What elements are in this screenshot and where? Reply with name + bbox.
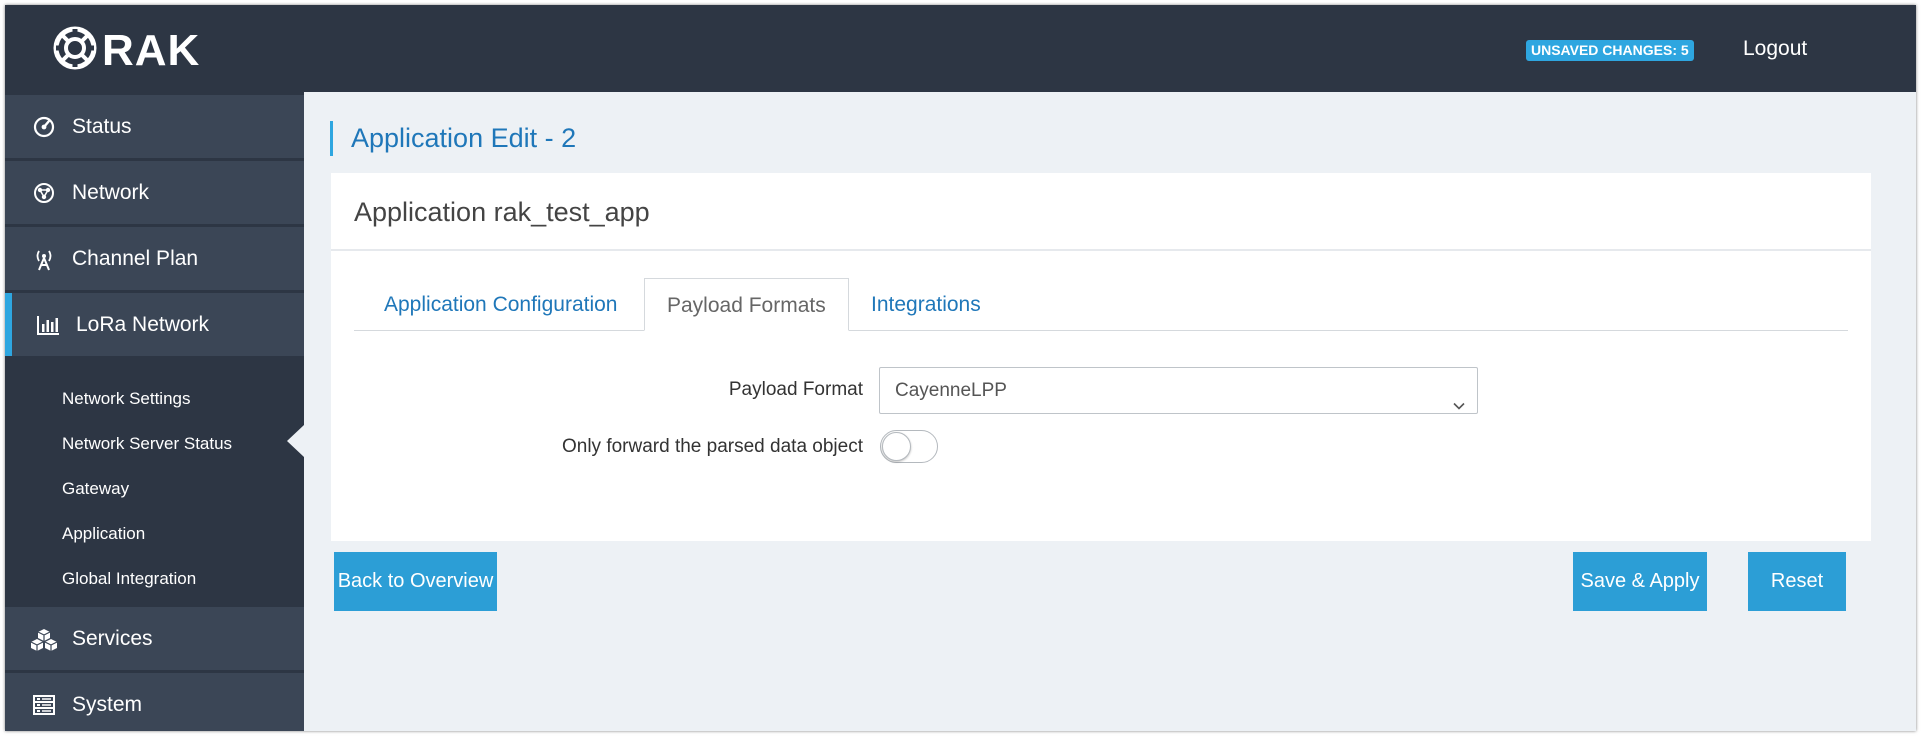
rak-logo-icon (50, 23, 100, 78)
submenu-item-network-settings[interactable]: Network Settings (62, 389, 191, 409)
forward-parsed-label: Only forward the parsed data object (561, 436, 863, 457)
rak-logo[interactable]: RAK (50, 23, 200, 78)
tab-integrations[interactable]: Integrations (871, 278, 981, 331)
active-submenu-arrow (287, 425, 304, 457)
tab-payload-formats[interactable]: Payload Formats (644, 278, 849, 331)
payload-format-select[interactable]: CayenneLPP (879, 367, 1478, 414)
application-card: Application rak_test_app Application Con… (331, 173, 1871, 541)
sidebar-item-label: Services (72, 626, 153, 650)
sidebar-item-services[interactable]: Services (5, 607, 304, 670)
network-icon (30, 179, 58, 207)
sidebar-item-system[interactable]: System (5, 673, 304, 731)
submenu-item-global-integration[interactable]: Global Integration (62, 569, 196, 589)
reset-button[interactable]: Reset (1748, 552, 1846, 611)
page-title: Application Edit - 2 (330, 121, 576, 156)
lora-network-submenu: Network Settings Network Server Status G… (5, 361, 304, 606)
submenu-item-network-server-status[interactable]: Network Server Status (62, 434, 232, 454)
sidebar-item-label: Channel Plan (72, 246, 199, 270)
card-title: Application rak_test_app (354, 197, 650, 227)
sidebar-item-label: Network (72, 180, 150, 204)
antenna-icon (30, 245, 58, 273)
payload-format-label: Payload Format (728, 379, 863, 400)
submenu-item-gateway[interactable]: Gateway (62, 479, 129, 499)
tab-application-configuration[interactable]: Application Configuration (384, 278, 617, 331)
cubes-icon (30, 625, 58, 653)
sidebar-item-network[interactable]: Network (5, 161, 304, 224)
chevron-down-icon (1453, 384, 1465, 410)
sidebar-item-lora-network[interactable]: LoRa Network (5, 293, 304, 356)
sidebar-item-status[interactable]: Status (5, 95, 304, 158)
submenu-item-application[interactable]: Application (62, 524, 145, 544)
payload-format-value: CayenneLPP (895, 380, 1007, 401)
logo-text: RAK (102, 25, 201, 75)
sidebar-item-channel-plan[interactable]: Channel Plan (5, 227, 304, 290)
sidebar-item-label: LoRa Network (76, 312, 210, 336)
logout-link[interactable]: Logout (1743, 37, 1807, 61)
server-list-icon (30, 691, 58, 719)
dashboard-icon (30, 113, 58, 141)
sidebar-item-label: System (72, 692, 143, 716)
toggle-knob (882, 432, 911, 461)
sidebar-item-label: Status (72, 114, 132, 138)
forward-parsed-toggle[interactable] (880, 430, 938, 463)
app-frame: RAK UNSAVED CHANGES: 5 Logout Status Net… (5, 5, 1916, 731)
top-header: RAK UNSAVED CHANGES: 5 Logout (5, 5, 1916, 92)
back-to-overview-button[interactable]: Back to Overview (334, 552, 497, 611)
sidebar: Status Network Channel Plan LoRa Network… (5, 92, 304, 731)
unsaved-changes-badge[interactable]: UNSAVED CHANGES: 5 (1526, 40, 1694, 61)
bar-chart-icon (34, 311, 62, 339)
save-apply-button[interactable]: Save & Apply (1573, 552, 1707, 611)
card-divider (331, 249, 1871, 251)
